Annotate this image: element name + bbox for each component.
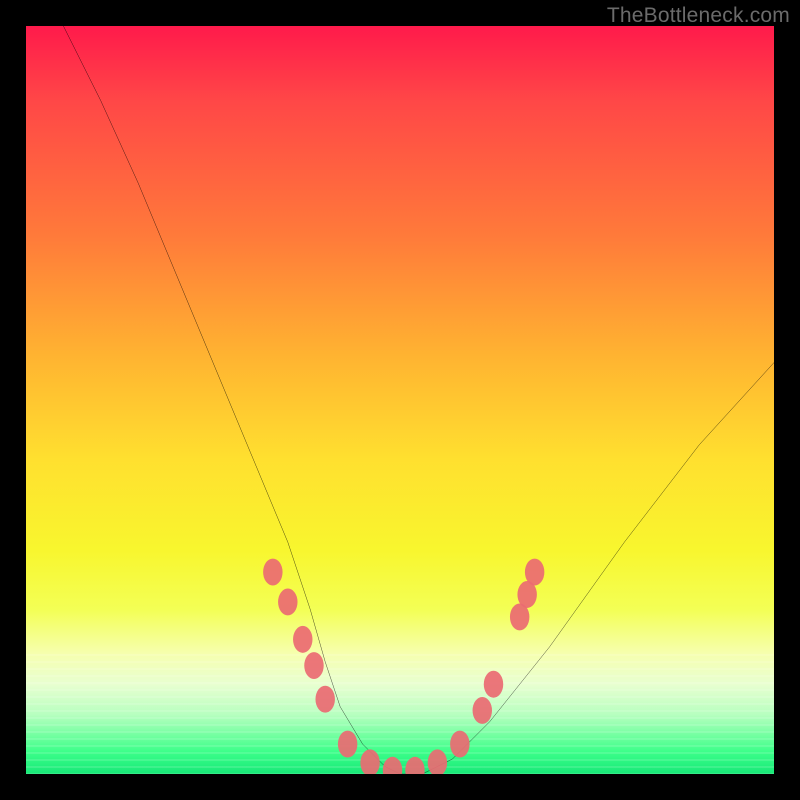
- marker-dot: [484, 671, 503, 698]
- marker-dot: [405, 757, 424, 774]
- marker-dot: [304, 652, 323, 679]
- marker-dot: [315, 686, 334, 713]
- bottleneck-curve-path: [63, 26, 774, 774]
- marker-dot: [383, 757, 402, 774]
- curve-svg: [26, 26, 774, 774]
- marker-dot: [473, 697, 492, 724]
- chart-frame: TheBottleneck.com: [0, 0, 800, 800]
- marker-dot: [338, 731, 357, 758]
- marker-dot: [525, 559, 544, 586]
- marker-group: [263, 559, 544, 774]
- plot-area: [26, 26, 774, 774]
- marker-dot: [278, 588, 297, 615]
- marker-dot: [293, 626, 312, 653]
- marker-dot: [428, 749, 447, 774]
- marker-dot: [263, 559, 282, 586]
- watermark-text: TheBottleneck.com: [607, 4, 790, 28]
- marker-dot: [360, 749, 379, 774]
- marker-dot: [450, 731, 469, 758]
